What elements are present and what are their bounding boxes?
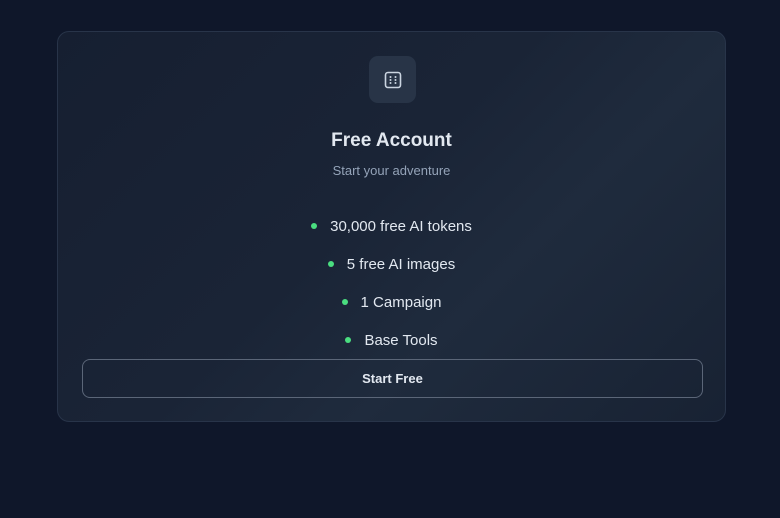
feature-item: 5 free AI images (58, 245, 725, 283)
feature-label: Base Tools (364, 331, 438, 349)
feature-label: 5 free AI images (346, 255, 456, 273)
feature-item: 1 Campaign (58, 283, 725, 321)
start-free-button[interactable]: Start Free (82, 359, 703, 398)
plan-card: Free Account Start your adventure 30,000… (57, 31, 726, 422)
feature-item: Base Tools (58, 321, 725, 359)
plan-icon-box (369, 56, 416, 103)
bullet-icon (345, 337, 352, 343)
feature-list: 30,000 free AI tokens 5 free AI images 1… (58, 207, 725, 359)
bullet-icon (327, 261, 334, 267)
plan-subtitle: Start your adventure (332, 163, 451, 178)
feature-item: 30,000 free AI tokens (58, 207, 725, 245)
feature-label: 1 Campaign (360, 293, 442, 311)
bullet-icon (311, 223, 318, 229)
bullet-icon (341, 299, 348, 305)
dice-icon (384, 71, 401, 88)
plan-title: Free Account (331, 130, 452, 151)
feature-label: 30,000 free AI tokens (330, 217, 472, 235)
